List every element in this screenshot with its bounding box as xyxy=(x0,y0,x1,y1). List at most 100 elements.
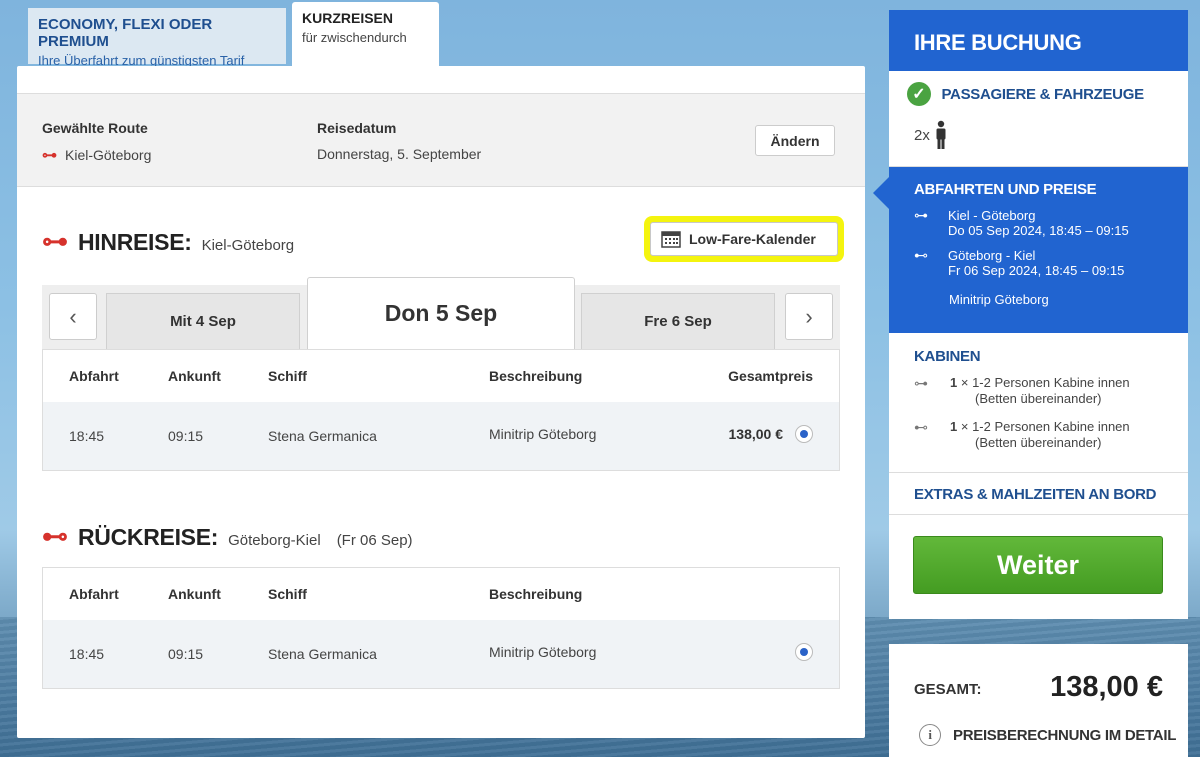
cell-abfahrt: 18:45 xyxy=(69,428,105,444)
select-radio[interactable] xyxy=(795,642,813,661)
col-abfahrt: Abfahrt xyxy=(69,368,119,384)
price-detail-link[interactable]: i PREISBERECHNUNG IM DETAIL xyxy=(919,724,1176,746)
day-tab-next[interactable]: Fre 6 Sep xyxy=(581,293,775,349)
cabin-line2: (Betten übereinander) xyxy=(975,435,1102,450)
cell-beschreibung: Minitrip Göteborg xyxy=(489,643,597,660)
total-label: GESAMT: xyxy=(914,681,982,698)
tab-kurzreisen-title: KURZREISEN xyxy=(302,10,394,26)
hinreise-header: ⊶ HINREISE: Kiel-Göteborg xyxy=(42,226,294,257)
check-icon: ✓ xyxy=(907,82,931,106)
col-abfahrt: Abfahrt xyxy=(69,586,119,602)
tab-economy-title: ECONOMY, FLEXI ODER PREMIUM xyxy=(38,16,213,50)
col-beschreibung: Beschreibung xyxy=(489,368,583,384)
cell-abfahrt: 18:45 xyxy=(69,646,105,662)
cabin-qty: 1 xyxy=(950,419,958,434)
route-value-row: ⊶ Kiel-Göteborg xyxy=(42,146,151,164)
cabin-item: ⊷ 1 × 1-2 Personen Kabine innen (Betten … xyxy=(914,419,1188,451)
cabin-line1: 1 × 1-2 Personen Kabine innen xyxy=(950,419,1130,435)
passenger-count: 2x xyxy=(914,126,930,144)
low-fare-calendar-button[interactable]: Low-Fare-Kalender xyxy=(650,222,838,256)
main-panel: Gewählte Route ⊶ Kiel-Göteborg Reisedatu… xyxy=(17,66,865,738)
trip-outbound-time: Do 05 Sep 2024, 18:45 – 09:15 xyxy=(948,223,1129,238)
return-arrow-icon: ⊷ xyxy=(42,521,68,551)
total-value: 138,00 € xyxy=(1050,671,1163,703)
rueckreise-table: Abfahrt Ankunft Schiff Beschreibung 18:4… xyxy=(42,567,840,689)
passengers-section[interactable]: ✓ PASSAGIERE & FAHRZEUGE 2x xyxy=(889,71,1188,167)
cell-price: 138,00 € xyxy=(728,425,784,442)
cabin-item-text: 1 × 1-2 Personen Kabine innen (Betten üb… xyxy=(950,419,1130,451)
chevron-right-icon: › xyxy=(805,303,813,329)
table-header: Abfahrt Ankunft Schiff Beschreibung Gesa… xyxy=(43,350,839,402)
rueckreise-title: RÜCKREISE: xyxy=(78,524,219,550)
col-ankunft: Ankunft xyxy=(168,586,221,602)
table-row[interactable]: 18:45 09:15 Stena Germanica Minitrip Göt… xyxy=(43,402,839,470)
continue-button[interactable]: Weiter xyxy=(913,536,1163,594)
route-value: Kiel-Göteborg xyxy=(65,147,152,163)
cell-ankunft: 09:15 xyxy=(168,428,204,444)
day-tab-prev[interactable]: Mit 4 Sep xyxy=(106,293,300,349)
sidebar-title: IHRE BUCHUNG xyxy=(889,10,1188,71)
route-label: Gewählte Route xyxy=(42,120,148,136)
table-row[interactable]: 18:45 09:15 Stena Germanica Minitrip Göt… xyxy=(43,620,839,688)
outbound-arrow-icon: ⊶ xyxy=(42,226,68,256)
trip-outbound-text: Kiel - Göteborg Do 05 Sep 2024, 18:45 – … xyxy=(948,208,1129,238)
outbound-arrow-icon: ⊶ xyxy=(914,375,928,391)
cabin-qty: 1 xyxy=(950,375,958,390)
cabins-section[interactable]: KABINEN ⊶ 1 × 1-2 Personen Kabine innen … xyxy=(889,333,1188,473)
trip-outbound-route: Kiel - Göteborg xyxy=(948,208,1036,223)
tab-kurzreisen-subtitle: für zwischendurch xyxy=(302,30,407,45)
rueckreise-route: Göteborg-Kiel xyxy=(228,532,321,549)
col-schiff: Schiff xyxy=(268,368,307,384)
person-icon xyxy=(936,120,946,149)
rueckreise-date: (Fr 06 Sep) xyxy=(336,532,413,549)
low-fare-label: Low-Fare-Kalender xyxy=(689,231,816,247)
booking-sidebar: IHRE BUCHUNG ✓ PASSAGIERE & FAHRZEUGE 2x… xyxy=(873,10,1188,619)
next-day-button[interactable]: › xyxy=(785,293,833,340)
date-value: Donnerstag, 5. September xyxy=(317,146,482,162)
chevron-left-icon: ‹ xyxy=(69,303,77,329)
cabins-title: KABINEN xyxy=(914,348,981,365)
date-column: Reisedatum Donnerstag, 5. September xyxy=(317,120,481,162)
route-arrow-icon: ⊶ xyxy=(42,147,57,164)
trip-return-text: Göteborg - Kiel Fr 06 Sep 2024, 18:45 – … xyxy=(948,248,1124,278)
cabin-type: 1-2 Personen Kabine innen xyxy=(972,419,1130,434)
date-label: Reisedatum xyxy=(317,120,397,136)
select-radio[interactable] xyxy=(795,424,813,443)
cabin-times: × xyxy=(960,375,969,390)
tab-kurzreisen[interactable]: KURZREISEN für zwischendurch xyxy=(292,2,439,66)
route-column: Gewählte Route ⊶ Kiel-Göteborg xyxy=(42,120,151,164)
trip-return-route: Göteborg - Kiel xyxy=(948,248,1036,263)
departures-section[interactable]: ABFAHRTEN UND PREISE ⊶ Kiel - Göteborg D… xyxy=(873,167,1188,333)
tab-economy[interactable]: ECONOMY, FLEXI ODER PREMIUM Ihre Überfah… xyxy=(28,8,286,68)
calendar-icon xyxy=(661,231,681,248)
return-arrow-icon: ⊷ xyxy=(914,247,928,263)
cell-beschreibung: Minitrip Göteborg xyxy=(489,425,597,442)
extras-section[interactable]: EXTRAS & MAHLZEITEN AN BORD xyxy=(889,473,1188,515)
rueckreise-header: ⊷ RÜCKREISE: Göteborg-Kiel (Fr 06 Sep) xyxy=(42,521,413,552)
date-carousel: ‹ Mit 4 Sep Don 5 Sep Fre 6 Sep › xyxy=(42,277,840,349)
cell-schiff: Stena Germanica xyxy=(268,646,377,662)
day-tab-active[interactable]: Don 5 Sep xyxy=(307,277,575,349)
trip-return-time: Fr 06 Sep 2024, 18:45 – 09:15 xyxy=(948,263,1125,278)
trip-return: ⊷ Göteborg - Kiel Fr 06 Sep 2024, 18:45 … xyxy=(914,247,1188,279)
col-ankunft: Ankunft xyxy=(168,368,221,384)
cabin-times: × xyxy=(960,419,969,434)
passengers-title: PASSAGIERE & FAHRZEUGE xyxy=(941,85,1144,103)
prev-day-button[interactable]: ‹ xyxy=(49,293,97,340)
hinreise-title: HINREISE: xyxy=(78,229,192,255)
table-header: Abfahrt Ankunft Schiff Beschreibung xyxy=(43,568,839,620)
departures-title: ABFAHRTEN UND PREISE xyxy=(914,181,1097,198)
cabin-item-text: 1 × 1-2 Personen Kabine innen (Betten üb… xyxy=(950,375,1130,407)
cabin-item: ⊶ 1 × 1-2 Personen Kabine innen (Betten … xyxy=(914,375,1188,407)
cabin-line2: (Betten übereinander) xyxy=(975,391,1102,406)
cabin-line1: 1 × 1-2 Personen Kabine innen xyxy=(950,375,1130,391)
col-beschreibung: Beschreibung xyxy=(489,586,583,602)
change-button[interactable]: Ändern xyxy=(755,125,835,156)
col-schiff: Schiff xyxy=(268,586,307,602)
price-detail-label: PREISBERECHNUNG IM DETAIL xyxy=(953,726,1177,744)
return-arrow-icon: ⊷ xyxy=(914,419,928,435)
outbound-arrow-icon: ⊶ xyxy=(914,207,928,223)
info-icon: i xyxy=(919,724,941,746)
cell-ankunft: 09:15 xyxy=(168,646,204,662)
package-name: Minitrip Göteborg xyxy=(949,292,1049,307)
